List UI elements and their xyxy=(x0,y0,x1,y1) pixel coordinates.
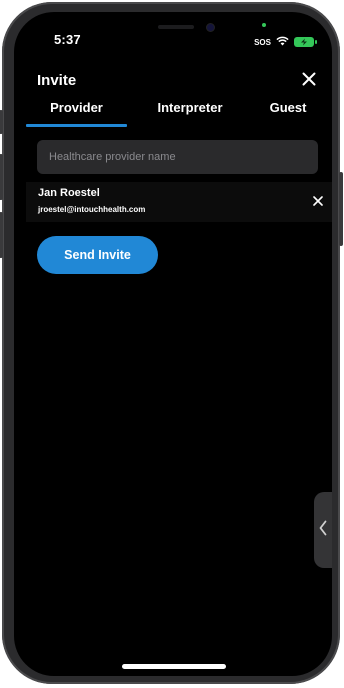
volume-down-button xyxy=(0,212,3,258)
active-tab-indicator xyxy=(26,124,127,127)
tab-guest[interactable]: Guest xyxy=(254,97,322,127)
chevron-left-icon[interactable] xyxy=(319,520,327,541)
mute-switch xyxy=(0,110,3,134)
provider-search-input[interactable] xyxy=(37,140,318,174)
status-time: 5:37 xyxy=(54,32,81,47)
camera-in-use-indicator xyxy=(262,23,266,27)
tab-interpreter[interactable]: Interpreter xyxy=(138,97,242,127)
user-name: Jan Roestel xyxy=(38,187,100,199)
close-icon[interactable] xyxy=(298,68,320,90)
app-screen: 5:37 SOS Invite Provider Interpreter Gue… xyxy=(14,12,332,676)
sos-indicator: SOS xyxy=(254,37,271,47)
close-icon[interactable] xyxy=(313,193,323,211)
page-title: Invite xyxy=(37,72,77,89)
battery-charging-icon xyxy=(294,37,317,47)
selected-user-row: Jan Roestel jroestel@intouchhealth.com xyxy=(26,182,332,222)
tab-provider[interactable]: Provider xyxy=(26,97,127,127)
phone-frame: 5:37 SOS Invite Provider Interpreter Gue… xyxy=(0,2,343,684)
power-button xyxy=(339,172,343,246)
invite-tabs: Provider Interpreter Guest xyxy=(26,97,320,127)
send-invite-button[interactable]: Send Invite xyxy=(37,236,158,274)
user-email: jroestel@intouchhealth.com xyxy=(38,205,146,214)
earpiece-speaker xyxy=(158,25,194,29)
status-indicators: SOS xyxy=(254,33,317,51)
remove-user-button[interactable] xyxy=(310,194,326,210)
front-camera xyxy=(207,24,214,31)
volume-up-button xyxy=(0,154,3,200)
home-indicator[interactable] xyxy=(122,664,226,669)
wifi-icon xyxy=(276,33,289,51)
side-drawer-handle[interactable] xyxy=(314,492,332,568)
